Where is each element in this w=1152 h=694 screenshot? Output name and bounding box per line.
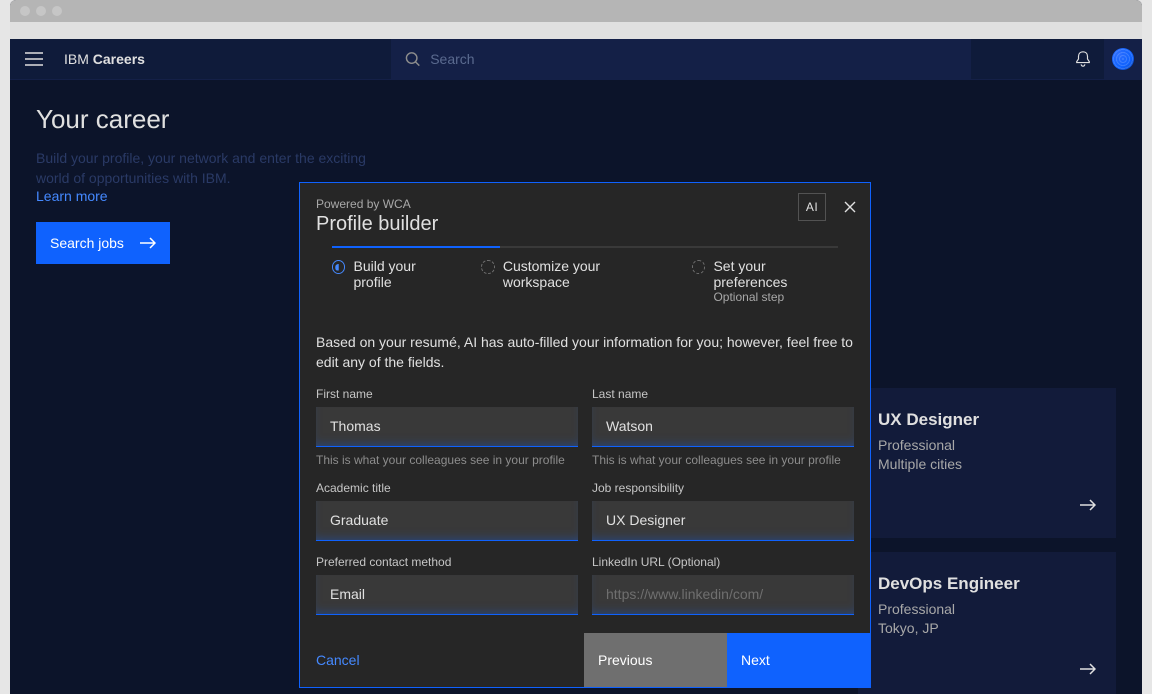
brand-bold: Careers <box>93 51 145 67</box>
step-indicator-icon <box>692 260 706 274</box>
ai-badge: AI <box>798 193 826 221</box>
search-jobs-label: Search jobs <box>50 235 124 251</box>
step-indicator-icon <box>332 260 345 274</box>
menu-button[interactable] <box>10 52 58 66</box>
contact-method-input[interactable] <box>316 575 578 615</box>
search-icon <box>405 51 420 67</box>
traffic-light-min[interactable] <box>36 6 46 16</box>
modal-intro-text: Based on your resumé, AI has auto-filled… <box>316 332 854 373</box>
job-card-line1: Professional <box>878 437 955 453</box>
traffic-light-max[interactable] <box>52 6 62 16</box>
powered-by-label: Powered by WCA <box>316 197 854 211</box>
step-indicator-icon <box>481 260 495 274</box>
job-card-title: UX Designer <box>878 410 1096 430</box>
last-name-label: Last name <box>592 387 854 401</box>
job-card-ux-designer[interactable]: UX Designer Professional Multiple cities <box>858 388 1116 538</box>
academic-title-label: Academic title <box>316 481 578 495</box>
cancel-label: Cancel <box>316 652 360 668</box>
step-label: Set your preferences <box>713 258 838 290</box>
first-name-helper: This is what your colleagues see in your… <box>316 453 578 467</box>
job-card-line2: Multiple cities <box>878 456 962 472</box>
linkedin-label: LinkedIn URL (Optional) <box>592 555 854 569</box>
brand: IBM Careers <box>58 51 145 67</box>
arrow-right-icon <box>1080 663 1096 675</box>
first-name-label: First name <box>316 387 578 401</box>
step-optional-label: Optional step <box>713 290 838 304</box>
job-card-line1: Professional <box>878 601 955 617</box>
last-name-helper: This is what your colleagues see in your… <box>592 453 854 467</box>
modal-footer: Cancel Previous Next <box>300 633 870 687</box>
step-label: Customize your workspace <box>503 258 664 290</box>
window-chrome-strip <box>10 22 1142 39</box>
modal-title: Profile builder <box>316 213 854 236</box>
profile-builder-modal: Powered by WCA Profile builder AI Build … <box>299 182 871 688</box>
step-set-preferences[interactable]: Set your preferences Optional step <box>692 258 838 304</box>
step-build-profile[interactable]: Build your profile <box>332 258 453 304</box>
job-card-line2: Tokyo, JP <box>878 620 939 636</box>
cancel-button[interactable]: Cancel <box>300 633 584 687</box>
contact-method-label: Preferred contact method <box>316 555 578 569</box>
close-button[interactable] <box>840 197 860 217</box>
hamburger-icon <box>25 52 43 66</box>
search-jobs-button[interactable]: Search jobs <box>36 222 170 264</box>
previous-button[interactable]: Previous <box>584 633 727 687</box>
step-customize-workspace[interactable]: Customize your workspace <box>481 258 664 304</box>
search-bar[interactable] <box>391 39 971 80</box>
close-icon <box>844 201 856 213</box>
window-titlebar <box>10 0 1142 22</box>
job-card-devops[interactable]: DevOps Engineer Professional Tokyo, JP <box>858 552 1116 694</box>
avatar-icon <box>1112 48 1134 70</box>
next-button[interactable]: Next <box>727 633 870 687</box>
linkedin-input[interactable] <box>592 575 854 615</box>
progress-bar <box>332 246 838 248</box>
job-responsibility-input[interactable] <box>592 501 854 541</box>
brand-light: IBM <box>64 51 93 67</box>
job-card-title: DevOps Engineer <box>878 574 1096 594</box>
last-name-input[interactable] <box>592 407 854 447</box>
arrow-right-icon <box>140 237 156 249</box>
first-name-input[interactable] <box>316 407 578 447</box>
traffic-light-close[interactable] <box>20 6 30 16</box>
search-input[interactable] <box>430 51 957 67</box>
top-nav: IBM Careers <box>10 39 1142 80</box>
page-title: Your career <box>36 104 1116 135</box>
notifications-button[interactable] <box>1062 39 1104 80</box>
academic-title-input[interactable] <box>316 501 578 541</box>
step-label: Build your profile <box>353 258 453 290</box>
job-responsibility-label: Job responsibility <box>592 481 854 495</box>
profile-button[interactable] <box>1104 39 1142 80</box>
arrow-right-icon <box>1080 499 1096 511</box>
bell-icon <box>1074 50 1092 68</box>
